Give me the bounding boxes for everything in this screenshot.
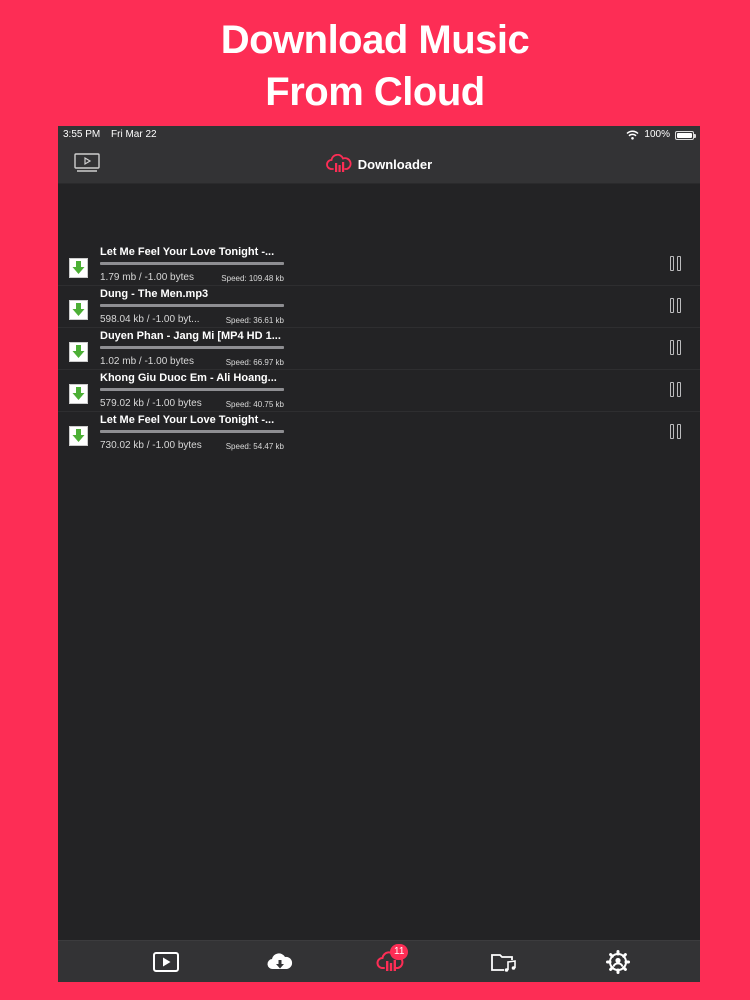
file-download-icon bbox=[69, 258, 88, 278]
download-name: Khong Giu Duoc Em - Ali Hoang... bbox=[100, 372, 277, 384]
download-count-badge: 11 bbox=[390, 944, 409, 960]
download-name: Dung - The Men.mp3 bbox=[100, 288, 209, 300]
cloud-download-icon bbox=[325, 154, 352, 172]
download-speed: Speed: 36.61 kb bbox=[225, 316, 284, 325]
download-size: 598.04 kb / -1.00 byt... bbox=[100, 314, 200, 325]
app-screen: 3:55 PM Fri Mar 22 100% Downloader Let M… bbox=[58, 126, 700, 982]
download-speed: Speed: 54.47 kb bbox=[225, 442, 284, 451]
music-folder-icon bbox=[491, 954, 516, 972]
status-time: 3:55 PM bbox=[63, 129, 101, 140]
pause-icon[interactable] bbox=[670, 340, 682, 356]
status-date: Fri Mar 22 bbox=[111, 129, 157, 140]
promo-line-1: Download Music bbox=[220, 18, 530, 62]
file-download-icon bbox=[69, 426, 88, 446]
pause-icon[interactable] bbox=[670, 424, 682, 440]
download-size: 1.02 mb / -1.00 bytes bbox=[100, 356, 194, 367]
file-download-icon bbox=[69, 384, 88, 404]
tab-settings[interactable] bbox=[604, 949, 632, 975]
download-speed: Speed: 66.97 kb bbox=[225, 358, 284, 367]
download-name: Let Me Feel Your Love Tonight -... bbox=[100, 246, 275, 258]
download-name: Duyen Phan - Jang Mi [MP4 HD 1... bbox=[100, 330, 281, 342]
promo-line-2: From Cloud bbox=[265, 70, 485, 114]
battery-icon bbox=[675, 130, 696, 140]
list-item[interactable]: Let Me Feel Your Love Tonight -... 730.0… bbox=[58, 412, 700, 454]
progress-bar bbox=[100, 430, 284, 433]
progress-bar bbox=[100, 388, 284, 391]
file-download-icon bbox=[69, 300, 88, 320]
pause-icon[interactable] bbox=[670, 298, 682, 314]
tab-video[interactable] bbox=[152, 949, 180, 975]
nav-bar: Downloader bbox=[58, 144, 700, 184]
settings-icon bbox=[606, 950, 630, 974]
page-title: Downloader bbox=[357, 156, 433, 172]
tab-bar: 11 bbox=[58, 940, 700, 982]
download-size: 730.02 kb / -1.00 bytes bbox=[100, 440, 202, 451]
status-bar: 3:55 PM Fri Mar 22 100% bbox=[58, 126, 700, 144]
pause-icon[interactable] bbox=[670, 382, 682, 398]
tab-downloader[interactable]: 11 bbox=[376, 944, 409, 975]
tab-music-folder[interactable] bbox=[490, 949, 518, 975]
list-item[interactable]: Duyen Phan - Jang Mi [MP4 HD 1... 1.02 m… bbox=[58, 328, 700, 370]
download-speed: Speed: 109.48 kb bbox=[221, 274, 284, 283]
battery-percent: 100% bbox=[644, 129, 670, 140]
wifi-icon bbox=[626, 130, 639, 140]
tab-cloud[interactable] bbox=[266, 949, 294, 975]
progress-bar bbox=[100, 304, 284, 307]
nav-title-group: Downloader bbox=[58, 144, 700, 184]
download-speed: Speed: 40.75 kb bbox=[225, 400, 284, 409]
pause-icon[interactable] bbox=[670, 256, 682, 272]
video-icon bbox=[153, 952, 179, 972]
promo-headline: Download Music From Cloud bbox=[0, 14, 750, 118]
file-download-icon bbox=[69, 342, 88, 362]
download-name: Let Me Feel Your Love Tonight -... bbox=[100, 414, 275, 426]
list-item[interactable]: Dung - The Men.mp3 598.04 kb / -1.00 byt… bbox=[58, 286, 700, 328]
download-size: 1.79 mb / -1.00 bytes bbox=[100, 272, 194, 283]
list-item[interactable]: Khong Giu Duoc Em - Ali Hoang... 579.02 … bbox=[58, 370, 700, 412]
download-list: Let Me Feel Your Love Tonight -... 1.79 … bbox=[58, 244, 700, 454]
cloud-download-icon bbox=[267, 953, 293, 970]
list-item[interactable]: Let Me Feel Your Love Tonight -... 1.79 … bbox=[58, 244, 700, 286]
progress-bar bbox=[100, 262, 284, 265]
progress-bar bbox=[100, 346, 284, 349]
download-size: 579.02 kb / -1.00 bytes bbox=[100, 398, 202, 409]
